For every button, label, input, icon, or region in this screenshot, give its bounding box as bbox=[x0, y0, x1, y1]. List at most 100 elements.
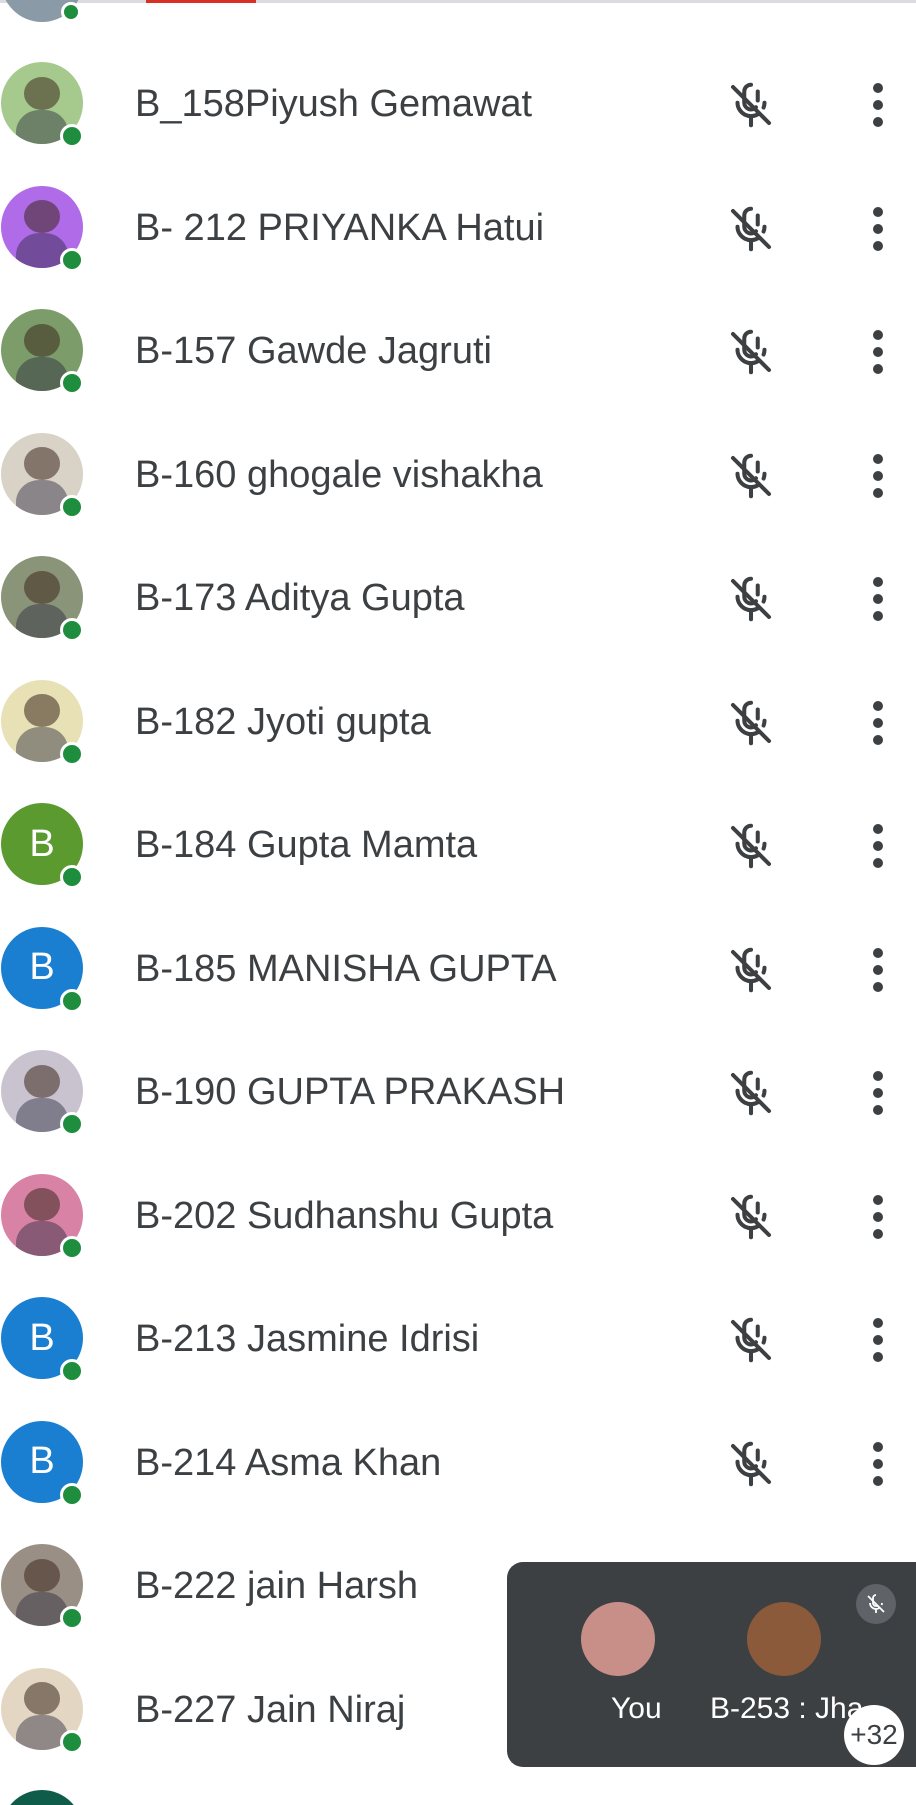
online-status-dot bbox=[60, 1112, 84, 1136]
mic-status-button[interactable] bbox=[724, 819, 778, 873]
mic-status-button[interactable] bbox=[724, 1313, 778, 1367]
mic-off-icon bbox=[730, 1441, 772, 1486]
mic-off-icon bbox=[730, 947, 772, 992]
mic-status-button[interactable] bbox=[724, 943, 778, 997]
more-options-button[interactable] bbox=[858, 204, 898, 254]
mic-status-button[interactable] bbox=[724, 572, 778, 626]
participant-name: B-160 ghogale vishakha bbox=[135, 453, 543, 496]
participant-name: B-190 GUPTA PRAKASH bbox=[135, 1071, 566, 1113]
more-participants-badge[interactable]: +32 bbox=[844, 1705, 904, 1765]
participant-row[interactable]: B-173 Aditya Gupta bbox=[0, 536, 916, 660]
participant-row[interactable]: B B-184 Gupta Mamta bbox=[0, 783, 916, 907]
participant-row[interactable]: B- 212 PRIYANKA Hatui bbox=[0, 166, 916, 290]
participant-name: B- 212 PRIYANKA Hatui bbox=[135, 206, 545, 249]
more-vert-icon bbox=[873, 1071, 883, 1115]
online-status-dot bbox=[60, 1729, 84, 1754]
more-options-button[interactable] bbox=[858, 1192, 898, 1242]
more-vert-icon bbox=[873, 83, 883, 127]
mic-status-button[interactable] bbox=[724, 1190, 778, 1244]
mic-off-icon bbox=[730, 82, 772, 128]
participant-row[interactable]: B-182 Jyoti gupta bbox=[0, 660, 916, 784]
participant-name: B_158Piyush Gemawat bbox=[135, 83, 533, 125]
participant-row[interactable]: B-157 Gawde Jagruti bbox=[0, 289, 916, 413]
more-vert-icon bbox=[873, 824, 883, 868]
more-vert-icon bbox=[873, 1441, 883, 1486]
more-options-button[interactable] bbox=[858, 451, 898, 501]
mic-status-button[interactable] bbox=[724, 696, 778, 750]
participant-row[interactable]: B_158Piyush Gemawat bbox=[0, 42, 916, 166]
online-status-dot bbox=[60, 247, 84, 272]
mic-off-icon bbox=[730, 700, 772, 745]
more-options-button[interactable] bbox=[858, 1439, 898, 1489]
mic-status-button[interactable] bbox=[724, 449, 778, 503]
mic-status-button[interactable] bbox=[724, 325, 778, 379]
online-status-dot bbox=[60, 1606, 84, 1630]
participant-avatar bbox=[747, 1602, 821, 1676]
mic-status-button[interactable] bbox=[724, 202, 778, 256]
mic-off-icon bbox=[730, 576, 772, 622]
active-tab-indicator bbox=[146, 0, 256, 3]
online-status-dot bbox=[60, 1359, 84, 1383]
online-status-dot bbox=[60, 371, 84, 395]
participant-row[interactable]: B B-185 MANISHA GUPTA bbox=[0, 907, 916, 1031]
more-options-button[interactable] bbox=[858, 821, 898, 871]
participant-name: B-213 Jasmine Idrisi bbox=[135, 1318, 480, 1360]
more-vert-icon bbox=[873, 330, 883, 374]
participant-row[interactable]: B-190 GUPTA PRAKASH bbox=[0, 1030, 916, 1154]
mic-off-icon bbox=[730, 329, 772, 375]
participant-row[interactable]: B B-213 Jasmine Idrisi bbox=[0, 1277, 916, 1401]
online-status-dot bbox=[60, 618, 84, 642]
online-status-dot bbox=[60, 988, 84, 1013]
more-vert-icon bbox=[873, 453, 883, 498]
avatar-initial: B bbox=[29, 1316, 55, 1359]
participant-row[interactable]: B-160 ghogale vishakha bbox=[0, 413, 916, 537]
participant-name: B-184 Gupta Mamta bbox=[135, 824, 478, 866]
online-status-dot bbox=[60, 741, 84, 766]
more-options-button[interactable] bbox=[858, 574, 898, 624]
more-options-button[interactable] bbox=[858, 1315, 898, 1365]
more-vert-icon bbox=[873, 577, 883, 621]
participant-row[interactable]: B B-214 Asma Khan bbox=[0, 1401, 916, 1525]
more-vert-icon bbox=[873, 1194, 883, 1239]
participant-tile-label: B-253 : Jha bbox=[710, 1692, 864, 1725]
participant-name: B-157 Gawde Jagruti bbox=[135, 330, 492, 372]
online-status-dot bbox=[60, 1482, 84, 1507]
more-vert-icon bbox=[873, 1318, 883, 1362]
more-options-button[interactable] bbox=[858, 1068, 898, 1118]
self-tile[interactable]: You bbox=[547, 1602, 707, 1752]
online-status-dot bbox=[61, 2, 81, 22]
participant-name: B-185 MANISHA GUPTA bbox=[135, 947, 557, 990]
more-vert-icon bbox=[873, 206, 883, 251]
participant-name: B-173 Aditya Gupta bbox=[135, 577, 465, 619]
mic-off-icon bbox=[730, 1194, 772, 1239]
online-status-dot bbox=[60, 124, 84, 148]
mic-off-icon bbox=[730, 206, 772, 251]
avatar-initial: B bbox=[29, 1440, 55, 1482]
more-options-button[interactable] bbox=[858, 945, 898, 995]
floating-video-panel[interactable]: You B-253 : Jha +32 bbox=[507, 1562, 916, 1767]
online-status-dot bbox=[60, 1235, 84, 1260]
participant-row[interactable]: B-202 Sudhanshu Gupta bbox=[0, 1154, 916, 1278]
avatar bbox=[1, 1790, 83, 1805]
mic-status-button[interactable] bbox=[724, 1066, 778, 1120]
mic-off-icon bbox=[730, 453, 772, 498]
participant-name: B-182 Jyoti gupta bbox=[135, 700, 431, 743]
participant-list: B_158Piyush Gemawat B- 212 PRIYANKA Hatui… bbox=[0, 42, 916, 1771]
participant-name: B-202 Sudhanshu Gupta bbox=[135, 1194, 554, 1237]
mic-status-button[interactable] bbox=[724, 1437, 778, 1491]
more-options-button[interactable] bbox=[858, 327, 898, 377]
avatar-initial: B bbox=[29, 822, 55, 865]
mic-off-icon bbox=[856, 1584, 896, 1624]
participant-name: B-222 jain Harsh bbox=[135, 1565, 419, 1607]
participant-name: B-227 Jain Niraj bbox=[135, 1688, 406, 1731]
more-options-button[interactable] bbox=[858, 80, 898, 130]
self-tile-label: You bbox=[611, 1692, 662, 1725]
self-avatar bbox=[581, 1602, 655, 1676]
more-vert-icon bbox=[873, 947, 883, 992]
mic-status-button[interactable] bbox=[724, 78, 778, 132]
online-status-dot bbox=[60, 865, 84, 889]
avatar-initial: B bbox=[29, 946, 55, 988]
mic-off-icon bbox=[730, 1317, 772, 1363]
mic-off-icon bbox=[730, 823, 772, 869]
more-options-button[interactable] bbox=[858, 698, 898, 748]
